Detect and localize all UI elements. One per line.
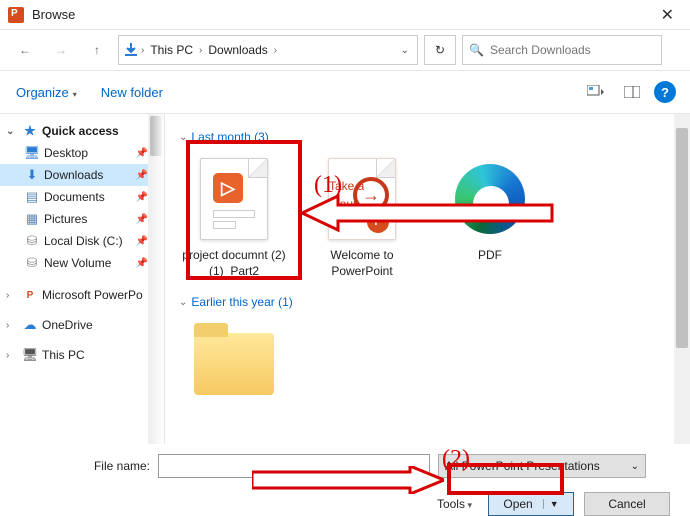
chevron-right-icon: › bbox=[199, 45, 202, 56]
tools-menu[interactable]: Tools bbox=[437, 497, 472, 511]
refresh-button[interactable]: ↻ bbox=[424, 35, 456, 65]
file-name-input[interactable] bbox=[158, 454, 430, 478]
chevron-right-icon: › bbox=[6, 320, 18, 331]
quick-access-label: Quick access bbox=[42, 124, 119, 138]
nav-bar: ← → ↑ › This PC › Downloads › ⌄ ↻ 🔍 bbox=[0, 30, 690, 70]
address-bar[interactable]: › This PC › Downloads › ⌄ bbox=[118, 35, 418, 65]
sidebar-item-downloads[interactable]: ⬇Downloads📌 bbox=[0, 164, 164, 186]
desktop-icon: 🖥 bbox=[24, 145, 40, 161]
file-label: PDF bbox=[478, 248, 502, 264]
search-icon: 🔍 bbox=[469, 43, 484, 57]
file-list: ⌄Last month (3) ▷ project documnt (2) (1… bbox=[165, 114, 690, 444]
file-item-pdf[interactable]: PDF bbox=[435, 154, 545, 279]
preview-pane-button[interactable] bbox=[618, 81, 646, 103]
powerpoint-icon: P bbox=[22, 287, 38, 303]
chevron-down-icon: ⌄ bbox=[631, 461, 639, 472]
sidebar-scrollbar[interactable] bbox=[148, 114, 164, 444]
sidebar-item-documents[interactable]: ▤Documents📌 bbox=[0, 186, 164, 208]
sidebar-item-pictures[interactable]: ▦Pictures📌 bbox=[0, 208, 164, 230]
search-box[interactable]: 🔍 bbox=[462, 35, 662, 65]
pc-icon: 🖥 bbox=[22, 347, 38, 363]
download-icon: ⬇ bbox=[24, 167, 40, 183]
organize-menu[interactable]: Organize bbox=[14, 81, 79, 104]
chevron-down-icon: ⌄ bbox=[179, 297, 187, 308]
chevron-right-icon: › bbox=[6, 350, 18, 361]
folder-icon bbox=[194, 333, 274, 395]
file-name-label: File name: bbox=[14, 459, 150, 473]
sidebar-item-new-volume[interactable]: ⛁New Volume📌 bbox=[0, 252, 164, 274]
chevron-right-icon: › bbox=[6, 290, 18, 301]
dialog-body: ⌄ ★ Quick access 🖥Desktop📌 ⬇Downloads📌 ▤… bbox=[0, 114, 690, 444]
sidebar-item-local-disk[interactable]: ⛁Local Disk (C:)📌 bbox=[0, 230, 164, 252]
file-item-project-document[interactable]: ▷ project documnt (2) (1)_Part2 bbox=[179, 154, 289, 279]
pin-icon: 📌 bbox=[136, 192, 148, 203]
back-button[interactable]: ← bbox=[10, 36, 40, 64]
path-segment-current[interactable]: Downloads bbox=[204, 41, 271, 59]
powerpoint-badge-icon: P bbox=[367, 211, 389, 233]
up-button[interactable]: ↑ bbox=[82, 36, 112, 64]
chevron-right-icon: › bbox=[274, 45, 277, 56]
title-bar: Browse ✕ bbox=[0, 0, 690, 30]
pin-icon: 📌 bbox=[136, 214, 148, 225]
search-input[interactable] bbox=[490, 43, 655, 57]
quick-access-node[interactable]: ⌄ ★ Quick access bbox=[0, 120, 164, 142]
new-folder-button[interactable]: New folder bbox=[99, 81, 165, 104]
edge-browser-icon bbox=[455, 164, 525, 234]
chevron-down-icon: ⌄ bbox=[179, 132, 187, 143]
help-button[interactable]: ? bbox=[654, 81, 676, 103]
pin-icon: 📌 bbox=[136, 148, 148, 159]
sidebar-item-onedrive[interactable]: ›☁OneDrive bbox=[0, 314, 164, 336]
download-location-icon bbox=[123, 42, 139, 58]
forward-button[interactable]: → bbox=[46, 36, 76, 64]
file-label: project documnt (2) (1)_Part2 bbox=[179, 248, 289, 279]
pin-icon: 📌 bbox=[136, 236, 148, 247]
cloud-icon: ☁ bbox=[22, 317, 38, 333]
documents-icon: ▤ bbox=[24, 189, 40, 205]
dialog-footer: File name: All PowerPoint Presentations … bbox=[0, 444, 690, 516]
wps-presentation-icon: ▷ bbox=[213, 173, 243, 203]
sidebar-item-ms-powerpoint[interactable]: ›PMicrosoft PowerPo bbox=[0, 284, 164, 306]
drive-icon: ⛁ bbox=[24, 255, 40, 271]
open-button[interactable]: Open ▼ bbox=[488, 492, 574, 516]
window-title: Browse bbox=[32, 7, 653, 22]
file-type-filter[interactable]: All PowerPoint Presentations ⌄ bbox=[438, 454, 646, 478]
view-mode-button[interactable] bbox=[582, 81, 610, 103]
file-item-folder[interactable] bbox=[179, 319, 289, 409]
drive-icon: ⛁ bbox=[24, 233, 40, 249]
star-icon: ★ bbox=[22, 123, 38, 139]
toolbar: Organize New folder ? bbox=[0, 70, 690, 114]
cancel-button[interactable]: Cancel bbox=[584, 492, 670, 516]
pin-icon: 📌 bbox=[136, 170, 148, 181]
navigation-pane: ⌄ ★ Quick access 🖥Desktop📌 ⬇Downloads📌 ▤… bbox=[0, 114, 165, 444]
chevron-down-icon: ⌄ bbox=[6, 126, 18, 137]
group-header-last-month[interactable]: ⌄Last month (3) bbox=[179, 130, 686, 144]
pin-icon: 📌 bbox=[136, 258, 148, 269]
content-scrollbar[interactable] bbox=[674, 114, 690, 444]
chevron-right-icon: › bbox=[141, 45, 144, 56]
close-button[interactable]: ✕ bbox=[653, 5, 682, 25]
sidebar-item-this-pc[interactable]: ›🖥This PC bbox=[0, 344, 164, 366]
sidebar-item-desktop[interactable]: 🖥Desktop📌 bbox=[0, 142, 164, 164]
powerpoint-icon bbox=[8, 7, 24, 23]
arrow-circle-icon: → bbox=[353, 177, 389, 213]
path-dropdown-icon[interactable]: ⌄ bbox=[397, 45, 413, 56]
group-header-earlier-year[interactable]: ⌄Earlier this year (1) bbox=[179, 295, 686, 309]
path-segment-root[interactable]: This PC bbox=[146, 41, 197, 59]
file-label: Welcome to PowerPoint bbox=[307, 248, 417, 279]
file-item-welcome-powerpoint[interactable]: Take atour → P Welcome to PowerPoint bbox=[307, 154, 417, 279]
pictures-icon: ▦ bbox=[24, 211, 40, 227]
